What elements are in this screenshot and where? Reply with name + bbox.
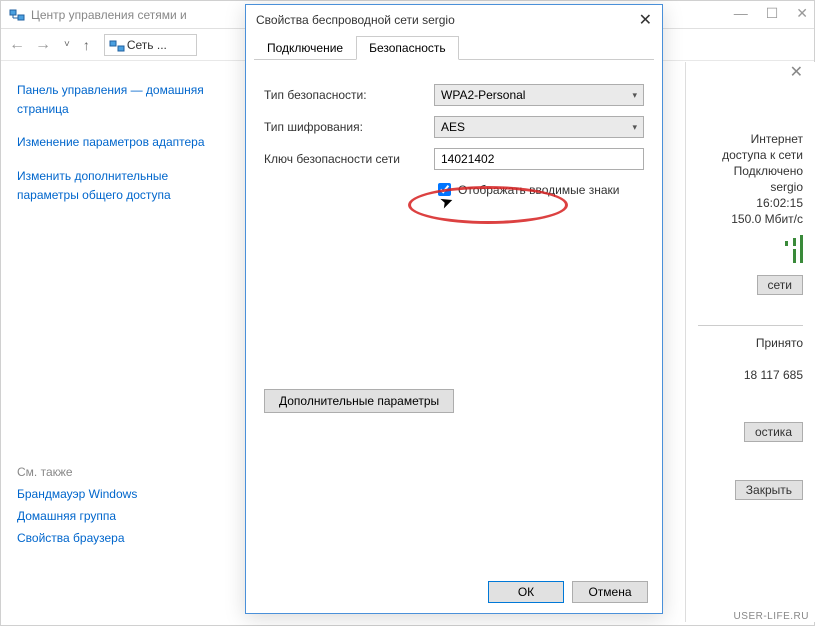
- signal-strength-icon: [779, 232, 803, 250]
- network-button[interactable]: сети: [757, 275, 803, 295]
- link-control-panel-home[interactable]: Панель управления — домашняя страница: [17, 81, 215, 119]
- network-center-icon: [9, 7, 25, 23]
- address-network-icon: [109, 38, 123, 52]
- dialog-tabs: Подключение Безопасность: [254, 35, 654, 60]
- status-duration: 16:02:15: [698, 196, 803, 210]
- dialog-close-icon[interactable]: ✕: [639, 10, 652, 30]
- ok-button[interactable]: ОК: [488, 581, 564, 603]
- received-label: Принято: [698, 336, 803, 350]
- link-homegroup[interactable]: Домашняя группа: [17, 509, 215, 523]
- bg-close-button[interactable]: ✕: [796, 5, 808, 22]
- dialog-titlebar: Свойства беспроводной сети sergio ✕: [246, 5, 662, 35]
- maximize-button[interactable]: ☐: [766, 5, 779, 22]
- status-internet: Интернет: [698, 132, 803, 146]
- dialog-body: Тип безопасности: WPA2-Personal ▾ Тип ши…: [246, 60, 662, 437]
- label-show-chars: Отображать вводимые знаки: [458, 183, 619, 197]
- address-text: Сеть ...: [127, 38, 167, 52]
- watermark: USER-LIFE.RU: [734, 611, 809, 622]
- link-sharing-settings[interactable]: Изменить дополнительные параметры общего…: [17, 167, 215, 205]
- diagnostics-button[interactable]: остика: [744, 422, 803, 442]
- label-security-key: Ключ безопасности сети: [264, 152, 434, 166]
- left-nav-pane: Панель управления — домашняя страница Из…: [1, 63, 231, 625]
- close-status-button[interactable]: Закрыть: [735, 480, 803, 500]
- connection-status-panel: ✕ Интернет доступа к сети Подключено ser…: [685, 62, 815, 622]
- tab-security[interactable]: Безопасность: [356, 36, 459, 60]
- dialog-footer: ОК Отмена: [488, 581, 648, 603]
- history-chevron-icon[interactable]: ˅: [64, 39, 70, 50]
- label-security-type: Тип безопасности:: [264, 88, 434, 102]
- status-ssid: sergio: [698, 180, 803, 194]
- input-security-key[interactable]: [434, 148, 644, 170]
- bg-window-title: Центр управления сетями и: [31, 8, 187, 22]
- chevron-down-icon: ▾: [632, 122, 637, 133]
- see-also-label: См. также: [17, 465, 215, 479]
- combo-security-type[interactable]: WPA2-Personal ▾: [434, 84, 644, 106]
- received-value: 18 117 685: [698, 368, 803, 382]
- status-close-icon[interactable]: ✕: [790, 62, 803, 82]
- link-browser-props[interactable]: Свойства браузера: [17, 531, 215, 545]
- combo-encryption[interactable]: AES ▾: [434, 116, 644, 138]
- link-firewall[interactable]: Брандмауэр Windows: [17, 487, 215, 501]
- checkbox-show-chars[interactable]: [438, 183, 451, 196]
- combo-encryption-value: AES: [441, 120, 465, 134]
- chevron-down-icon: ▾: [632, 90, 637, 101]
- status-net-access: доступа к сети: [698, 148, 803, 162]
- up-arrow-icon[interactable]: ↑: [83, 37, 90, 53]
- tab-connection[interactable]: Подключение: [254, 36, 356, 60]
- combo-security-type-value: WPA2-Personal: [441, 88, 525, 102]
- forward-arrow-icon[interactable]: →: [35, 36, 51, 54]
- wifi-properties-dialog: Свойства беспроводной сети sergio ✕ Подк…: [245, 4, 663, 614]
- dialog-title: Свойства беспроводной сети sergio: [256, 13, 455, 27]
- status-speed: 150.0 Мбит/с: [698, 212, 803, 226]
- cancel-button[interactable]: Отмена: [572, 581, 648, 603]
- back-arrow-icon[interactable]: ←: [9, 36, 25, 54]
- label-encryption: Тип шифрования:: [264, 120, 434, 134]
- advanced-settings-button[interactable]: Дополнительные параметры: [264, 389, 454, 413]
- status-connected: Подключено: [698, 164, 803, 178]
- link-adapter-settings[interactable]: Изменение параметров адаптера: [17, 133, 215, 152]
- minimize-button[interactable]: —: [734, 5, 748, 22]
- address-bar[interactable]: Сеть ...: [104, 34, 197, 56]
